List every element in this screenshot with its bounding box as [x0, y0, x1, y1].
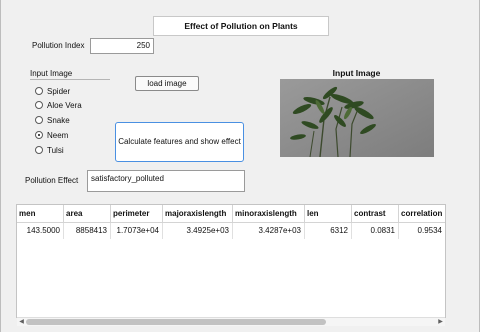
radio-label: Snake [47, 115, 70, 125]
pollution-index-input[interactable]: 250 [90, 38, 154, 54]
plant-image [280, 79, 434, 157]
table-header: men area perimeter majoraxislength minor… [17, 205, 445, 223]
pollution-effect-field[interactable]: satisfactory_polluted [87, 170, 245, 192]
radio-aloe-vera[interactable]: Aloe Vera [35, 100, 82, 110]
radio-label: Neem [47, 130, 69, 140]
column-header-len[interactable]: len [305, 205, 352, 223]
table-cell[interactable]: 1.7073e+04 [111, 223, 163, 239]
input-image-title: Input Image [332, 68, 381, 78]
scroll-right-arrow-icon[interactable]: ▶ [436, 318, 445, 326]
radio-label: Tulsi [47, 145, 64, 155]
column-header-men[interactable]: men [17, 205, 64, 223]
calculate-features-button[interactable]: Calculate features and show effect [115, 122, 244, 162]
radio-circle-icon[interactable] [35, 146, 43, 154]
radio-spider[interactable]: Spider [35, 86, 70, 96]
features-table[interactable]: men area perimeter majoraxislength minor… [16, 204, 446, 318]
table-cell[interactable]: 0.0831 [352, 223, 399, 239]
plant-photo-graphic [280, 79, 434, 157]
table-row[interactable]: 143.5000 8858413 1.7073e+04 3.4925e+03 3… [17, 223, 445, 239]
scroll-left-arrow-icon[interactable]: ◀ [17, 318, 26, 326]
radio-circle-icon[interactable] [35, 87, 43, 95]
radio-circle-icon[interactable] [35, 116, 43, 124]
pollution-effect-label: Pollution Effect [25, 176, 79, 185]
column-header-minoraxislength[interactable]: minoraxislength [233, 205, 305, 223]
table-cell[interactable]: 3.4287e+03 [233, 223, 305, 239]
column-header-area[interactable]: area [64, 205, 111, 223]
table-cell[interactable]: 143.5000 [17, 223, 64, 239]
column-header-correlation[interactable]: correlation [399, 205, 445, 223]
column-header-perimeter[interactable]: perimeter [111, 205, 163, 223]
radio-tulsi[interactable]: Tulsi [35, 145, 64, 155]
app-window: Effect of Pollution on Plants Pollution … [0, 0, 480, 332]
scrollbar-thumb[interactable] [26, 319, 326, 325]
radio-circle-icon[interactable] [35, 101, 43, 109]
radio-neem[interactable]: Neem [35, 130, 68, 140]
column-header-contrast[interactable]: contrast [352, 205, 399, 223]
radio-label: Aloe Vera [47, 100, 82, 110]
radio-label: Spider [47, 86, 71, 96]
radio-circle-selected-icon[interactable] [35, 131, 43, 139]
input-image-group-label: Input Image [30, 69, 73, 78]
table-cell[interactable]: 6312 [305, 223, 352, 239]
table-cell[interactable]: 3.4925e+03 [163, 223, 233, 239]
radio-snake[interactable]: Snake [35, 115, 70, 125]
load-image-button[interactable]: load image [135, 76, 199, 91]
table-cell[interactable]: 0.9534 [399, 223, 445, 239]
input-image-group-divider [30, 79, 110, 80]
column-header-majoraxislength[interactable]: majoraxislength [163, 205, 233, 223]
table-horizontal-scrollbar[interactable]: ◀ ▶ [17, 317, 445, 326]
page-title: Effect of Pollution on Plants [153, 16, 329, 36]
table-cell[interactable]: 8858413 [64, 223, 111, 239]
pollution-index-label: Pollution Index [32, 41, 85, 50]
